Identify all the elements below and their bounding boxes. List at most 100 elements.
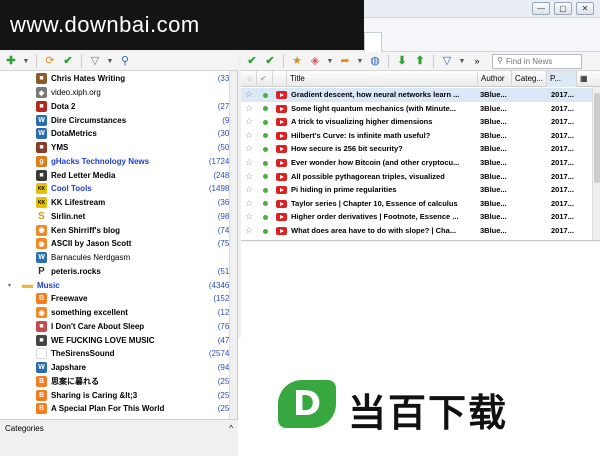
star-icon[interactable]: ☆ [245, 210, 255, 224]
feeds-scrollbar[interactable] [229, 71, 237, 419]
title-column-header[interactable]: Title [287, 71, 478, 87]
feed-item[interactable]: B Sharing is Caring &lt;3 (25) [0, 388, 236, 402]
dropdown-icon[interactable]: ▼ [356, 54, 364, 68]
feed-item[interactable]: KK Cool Tools (1498) [0, 182, 236, 196]
news-scrollbar[interactable] [592, 87, 600, 240]
tab[interactable] [364, 32, 382, 52]
feed-label: I Don't Care About Sleep [51, 321, 145, 331]
news-search-input[interactable] [506, 56, 576, 66]
mark-read-icon[interactable]: ✔ [61, 54, 75, 68]
dropdown-icon[interactable]: ▼ [326, 54, 334, 68]
unread-dot-icon[interactable] [263, 133, 268, 139]
star-column-icon[interactable]: ☆ [241, 71, 257, 87]
mark-read-icon[interactable]: ✔ [245, 54, 259, 68]
author-column-header[interactable]: Author [478, 71, 512, 87]
star-icon[interactable]: ☆ [245, 170, 255, 184]
read-column-icon[interactable]: ✔ [257, 71, 273, 87]
feed-label: Chris Hates Writing [51, 74, 126, 84]
feed-item[interactable]: ◉ something excellent (12) [0, 306, 236, 320]
unread-dot-icon[interactable] [263, 119, 268, 125]
categories-toggle-icon[interactable]: ^ [229, 424, 233, 433]
unread-dot-icon[interactable] [263, 160, 268, 166]
star-icon[interactable]: ☆ [245, 224, 255, 238]
unread-dot-icon[interactable] [263, 146, 268, 152]
filter-icon[interactable]: ▽ [440, 54, 454, 68]
feed-item[interactable]: TheSirensSound (2574) [0, 347, 236, 361]
feed-item[interactable]: g gHacks Technology News (1724) [0, 155, 236, 169]
down-icon[interactable]: ⬇ [395, 54, 409, 68]
star-icon[interactable]: ☆ [245, 156, 255, 170]
mark-all-read-icon[interactable]: ✔ [263, 54, 277, 68]
star-icon[interactable]: ☆ [245, 115, 255, 129]
minimize-button[interactable]: — [532, 2, 550, 15]
star-icon[interactable]: ☆ [245, 142, 255, 156]
news-row[interactable]: ☆ Higher order derivatives | Footnote, Es… [241, 210, 592, 224]
dropdown-icon[interactable]: ▼ [458, 54, 466, 68]
feed-item[interactable]: ◉ Ken Shirriff's blog (74) [0, 223, 236, 237]
news-row[interactable]: ☆ Some light quantum mechanics (with Minu… [241, 102, 592, 116]
feed-item[interactable]: W Japshare (94) [0, 361, 236, 375]
up-icon[interactable]: ⬆ [413, 54, 427, 68]
tag-icon[interactable]: ◈ [308, 54, 322, 68]
feed-item[interactable]: BA Special Plan For This World (25) [0, 402, 236, 416]
feed-item[interactable]: ◉ ASCII by Jason Scott (75) [0, 237, 236, 251]
dropdown-icon[interactable]: ▼ [22, 54, 30, 68]
columns-menu-icon[interactable]: ▦ [577, 71, 600, 87]
feed-item[interactable]: ■ I Don't Care About Sleep (76) [0, 320, 236, 334]
feed-folder[interactable]: ▾ ▬ Music (4346) [0, 278, 236, 292]
news-row[interactable]: ☆ Gradient descent, how neural networks l… [241, 88, 592, 102]
folder-update-icon[interactable]: ⟳ [43, 54, 57, 68]
unread-dot-icon[interactable] [263, 92, 268, 98]
news-row[interactable]: ☆ Hilbert's Curve: Is infinite math usefu… [241, 129, 592, 143]
category-column-header[interactable]: Categ... [512, 71, 547, 87]
feed-item[interactable]: ■ Chris Hates Writing (33) [0, 72, 236, 86]
categories-bar[interactable]: Categories ^ [0, 419, 238, 437]
unread-dot-icon[interactable] [263, 174, 268, 180]
feed-item[interactable]: ■ WE FUCKING LOVE MUSIC (47) [0, 333, 236, 347]
add-icon[interactable]: ✚ [4, 54, 18, 68]
feed-item[interactable]: S Sirlin.net (98) [0, 210, 236, 224]
news-scrollbar-thumb[interactable] [594, 93, 600, 183]
share-icon[interactable]: ➦ [338, 54, 352, 68]
feed-item[interactable]: ■ Red Letter Media (248) [0, 168, 236, 182]
news-row[interactable]: ☆ Pi hiding in prime regularities 3Blue...… [241, 183, 592, 197]
unread-dot-icon[interactable] [263, 106, 268, 112]
feed-item[interactable]: ■ YMS (50) [0, 141, 236, 155]
news-row[interactable]: ☆ What does area have to do with slope? |… [241, 224, 592, 238]
filter-icon[interactable]: ▽ [88, 54, 102, 68]
maximize-button[interactable]: ▢ [554, 2, 572, 15]
star-icon[interactable]: ☆ [245, 129, 255, 143]
feed-item[interactable]: W DotaMetrics (30) [0, 127, 236, 141]
open-browser-icon[interactable]: ◍ [368, 54, 382, 68]
news-row[interactable]: ☆ How secure is 256 bit security? 3Blue...… [241, 142, 592, 156]
star-icon[interactable]: ★ [290, 54, 304, 68]
news-row[interactable]: ☆ Ever wonder how Bitcoin (and other cryp… [241, 156, 592, 170]
feed-item[interactable]: Ppeteris.rocks (51) [0, 265, 236, 279]
feed-item[interactable]: ■ Dota 2 (27) [0, 100, 236, 114]
dropdown-icon[interactable]: ▼ [106, 54, 114, 68]
star-icon[interactable]: ☆ [245, 88, 255, 102]
unread-dot-icon[interactable] [263, 187, 268, 193]
news-row[interactable]: ☆ Taylor series | Chapter 10, Essence of … [241, 197, 592, 211]
unread-dot-icon[interactable] [263, 201, 268, 207]
unread-dot-icon[interactable] [263, 214, 268, 220]
search-scope-button[interactable]: » [470, 54, 484, 68]
folder-expand-icon[interactable]: ▾ [8, 282, 11, 289]
feed-item[interactable]: KK KK Lifestream (36) [0, 196, 236, 210]
search-icon[interactable]: ⚲ [118, 54, 132, 68]
feed-item[interactable]: B Freewave (152) [0, 292, 236, 306]
feed-item[interactable]: W Dire Circumstances (9) [0, 113, 236, 127]
feed-item[interactable]: W Barnacules Nerdgasm [0, 251, 236, 265]
feed-column[interactable] [273, 71, 287, 87]
star-icon[interactable]: ☆ [245, 102, 255, 116]
news-search-box[interactable]: ⚲ [492, 53, 582, 69]
feed-item[interactable]: ◆ video.xiph.org [0, 86, 236, 100]
star-icon[interactable]: ☆ [245, 197, 255, 211]
news-row[interactable]: ☆ A trick to visualizing higher dimension… [241, 115, 592, 129]
news-row[interactable]: ☆ All possible pythagorean triples, visua… [241, 170, 592, 184]
close-button[interactable]: ✕ [576, 2, 594, 15]
published-column-header[interactable]: P... [547, 71, 577, 87]
unread-dot-icon[interactable] [263, 228, 268, 234]
feed-item[interactable]: B 思案に暮れる (25) [0, 375, 236, 389]
star-icon[interactable]: ☆ [245, 183, 255, 197]
